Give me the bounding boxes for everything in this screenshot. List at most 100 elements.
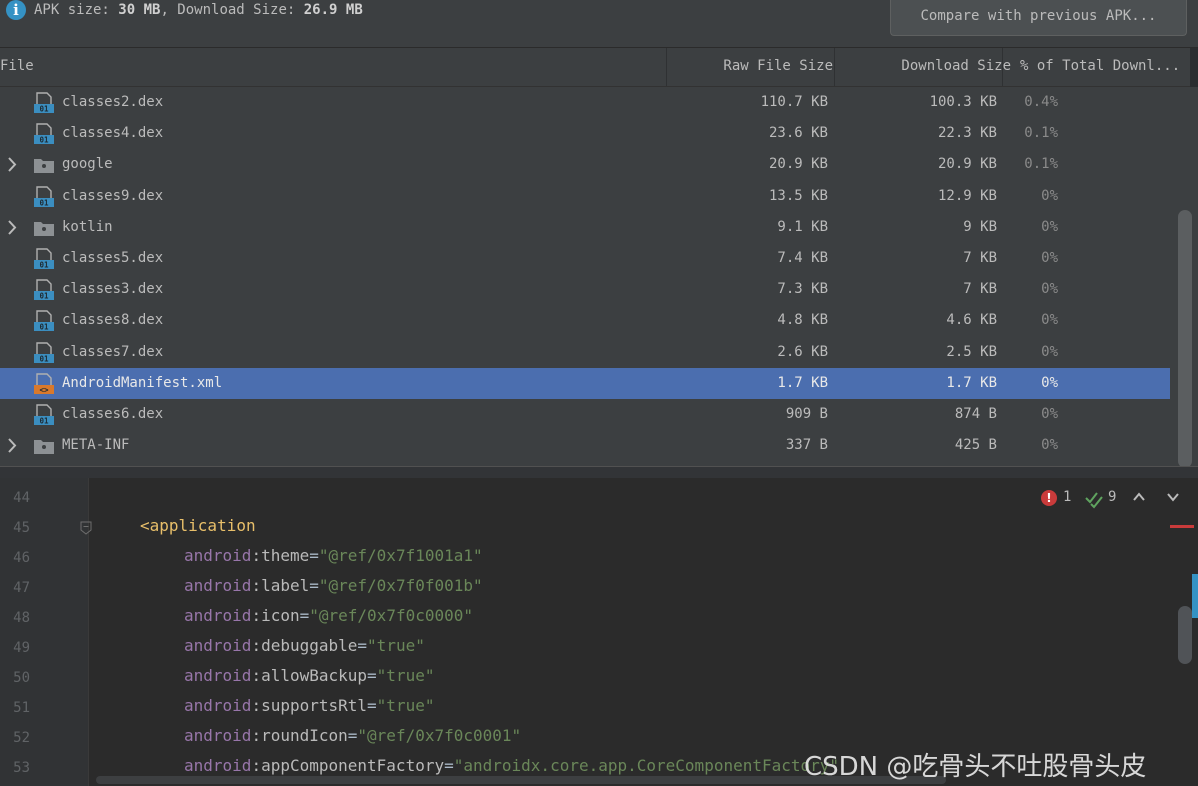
- download-size: 9 KB: [963, 218, 997, 235]
- file-name: classes2.dex: [62, 94, 164, 110]
- percent-of-total: 0%: [1041, 374, 1058, 391]
- code-token: :icon: [251, 606, 300, 625]
- code-token: android: [184, 636, 252, 655]
- table-row[interactable]: 01 classes3.dex 7.3 KB 7 KB 0%: [0, 274, 1170, 305]
- percent-of-total: 0%: [1041, 218, 1058, 235]
- line-number: 45: [13, 520, 30, 536]
- svg-text:01: 01: [39, 136, 49, 145]
- table-row[interactable]: 01 classes4.dex 23.6 KB 22.3 KB 0.1%: [0, 118, 1170, 149]
- raw-file-size: 1.7 KB: [777, 374, 828, 391]
- dex-file-icon: 01: [34, 404, 54, 426]
- table-row[interactable]: META-INF 337 B 425 B 0%: [0, 430, 1170, 461]
- code-token: :supportsRtl: [251, 696, 368, 715]
- line-number: 44: [13, 490, 30, 506]
- code-line[interactable]: android:supportsRtl="true": [184, 696, 434, 715]
- code-line[interactable]: android:allowBackup="true": [184, 666, 434, 685]
- table-row[interactable]: google 20.9 KB 20.9 KB 0.1%: [0, 149, 1170, 180]
- code-token: :label: [251, 576, 310, 595]
- chevron-right-icon[interactable]: [4, 149, 20, 180]
- download-size: 7 KB: [963, 281, 997, 298]
- editor-scrollbar-thumb[interactable]: [1178, 606, 1192, 664]
- svg-text:01: 01: [39, 354, 49, 363]
- code-token: =: [367, 696, 377, 715]
- table-row[interactable]: 01 classes7.dex 2.6 KB 2.5 KB 0%: [0, 337, 1170, 368]
- info-icon: i: [6, 0, 26, 20]
- caret-stripe-marker[interactable]: [1192, 574, 1198, 618]
- download-size: 12.9 KB: [937, 187, 997, 204]
- file-name: classes3.dex: [62, 281, 164, 298]
- file-name: classes5.dex: [62, 250, 164, 266]
- apk-file-tree[interactable]: 01 classes2.dex 110.7 KB 100.3 KB 0.4% 01 clas…: [0, 87, 1198, 466]
- column-header-download-size[interactable]: Download Size: [836, 48, 1011, 86]
- code-line[interactable]: <application: [140, 516, 256, 535]
- table-row[interactable]: 01 classes6.dex 909 B 874 B 0%: [0, 399, 1170, 430]
- code-line[interactable]: android:roundIcon="@ref/0x7f0c0001": [184, 726, 521, 745]
- code-token: :theme: [251, 546, 310, 565]
- raw-file-size: 20.9 KB: [768, 156, 828, 173]
- percent-of-total: 0.1%: [1024, 156, 1058, 173]
- warning-count[interactable]: 9: [1108, 488, 1116, 506]
- dex-file-icon: 01: [34, 123, 54, 145]
- download-size-label: , Download Size:: [160, 2, 304, 18]
- download-size: 1.7 KB: [946, 374, 997, 391]
- column-divider[interactable]: [1002, 48, 1003, 86]
- error-count[interactable]: 1: [1063, 488, 1071, 506]
- code-token: =: [367, 666, 377, 685]
- code-token: "androidx.core.app.CoreComponentFactory": [453, 756, 840, 775]
- fold-marker-icon[interactable]: [80, 521, 92, 535]
- chevron-right-icon[interactable]: [4, 212, 20, 243]
- code-token: :roundIcon: [251, 726, 348, 745]
- code-token: "true": [376, 696, 435, 715]
- column-divider[interactable]: [666, 48, 667, 86]
- table-row[interactable]: 01 classes2.dex 110.7 KB 100.3 KB 0.4%: [0, 87, 1170, 118]
- raw-file-size: 23.6 KB: [768, 125, 828, 142]
- error-stripe-marker[interactable]: [1170, 525, 1194, 528]
- code-token: <application: [140, 516, 256, 535]
- table-row[interactable]: 01 classes9.dex 13.5 KB 12.9 KB 0%: [0, 181, 1170, 212]
- column-divider[interactable]: [834, 48, 835, 86]
- folder-icon: [34, 159, 54, 174]
- column-header-raw-file-size[interactable]: Raw File Size: [668, 48, 833, 86]
- svg-text:01: 01: [39, 105, 49, 114]
- file-name: classes6.dex: [62, 406, 164, 422]
- code-line[interactable]: android:theme="@ref/0x7f1001a1": [184, 546, 483, 565]
- code-token: =: [299, 606, 310, 625]
- code-line[interactable]: android:icon="@ref/0x7f0c0000": [184, 606, 473, 625]
- table-row[interactable]: 01 classes5.dex 7.4 KB 7 KB 0%: [0, 243, 1170, 274]
- code-token: "@ref/0x7f1001a1": [318, 546, 483, 565]
- previous-highlighted-error-icon[interactable]: [1132, 490, 1146, 504]
- next-highlighted-error-icon[interactable]: [1166, 490, 1180, 504]
- code-token: android: [184, 756, 252, 775]
- column-header-file[interactable]: File: [0, 48, 660, 86]
- dex-file-icon: 01: [34, 248, 54, 270]
- table-row[interactable]: 01 classes8.dex 4.8 KB 4.6 KB 0%: [0, 305, 1170, 336]
- percent-of-total: 0%: [1041, 187, 1058, 204]
- code-line[interactable]: android:debuggable="true": [184, 636, 425, 655]
- line-number-gutter: 44 45 46 47 48 49 50 51 52 53: [0, 478, 92, 786]
- file-name: classes4.dex: [62, 125, 164, 142]
- compare-with-previous-apk-button[interactable]: Compare with previous APK...: [890, 0, 1187, 36]
- code-line[interactable]: android:label="@ref/0x7f0f001b": [184, 576, 483, 595]
- raw-file-size: 7.4 KB: [777, 250, 828, 266]
- folder-icon: [34, 440, 54, 455]
- tree-scrollbar-thumb[interactable]: [1178, 210, 1192, 468]
- line-number: 49: [13, 640, 30, 656]
- manifest-editor[interactable]: 44 45 46 47 48 49 50 51 52 53 <application android…: [0, 478, 1198, 786]
- column-header-percent-total[interactable]: % of Total Downl...: [1020, 48, 1185, 86]
- code-token: "true": [367, 636, 425, 655]
- svg-text:01: 01: [39, 292, 49, 301]
- code-token: android: [184, 696, 252, 715]
- raw-file-size: 909 B: [785, 406, 828, 422]
- chevron-right-icon[interactable]: [4, 430, 20, 461]
- code-token: "@ref/0x7f0c0001": [357, 726, 522, 745]
- svg-text:01: 01: [39, 417, 49, 426]
- table-row[interactable]: kotlin 9.1 KB 9 KB 0%: [0, 212, 1170, 243]
- percent-of-total: 0%: [1041, 250, 1058, 266]
- warning-check-icon[interactable]: [1084, 489, 1104, 509]
- dex-file-icon: 01: [34, 92, 54, 114]
- error-icon[interactable]: !: [1041, 490, 1057, 506]
- code-line[interactable]: android:appComponentFactory="androidx.co…: [184, 756, 839, 775]
- code-token: android: [184, 726, 252, 745]
- table-row-selected[interactable]: <> AndroidManifest.xml 1.7 KB 1.7 KB 0%: [0, 367, 1170, 399]
- download-size-value: 26.9 MB: [303, 2, 363, 18]
